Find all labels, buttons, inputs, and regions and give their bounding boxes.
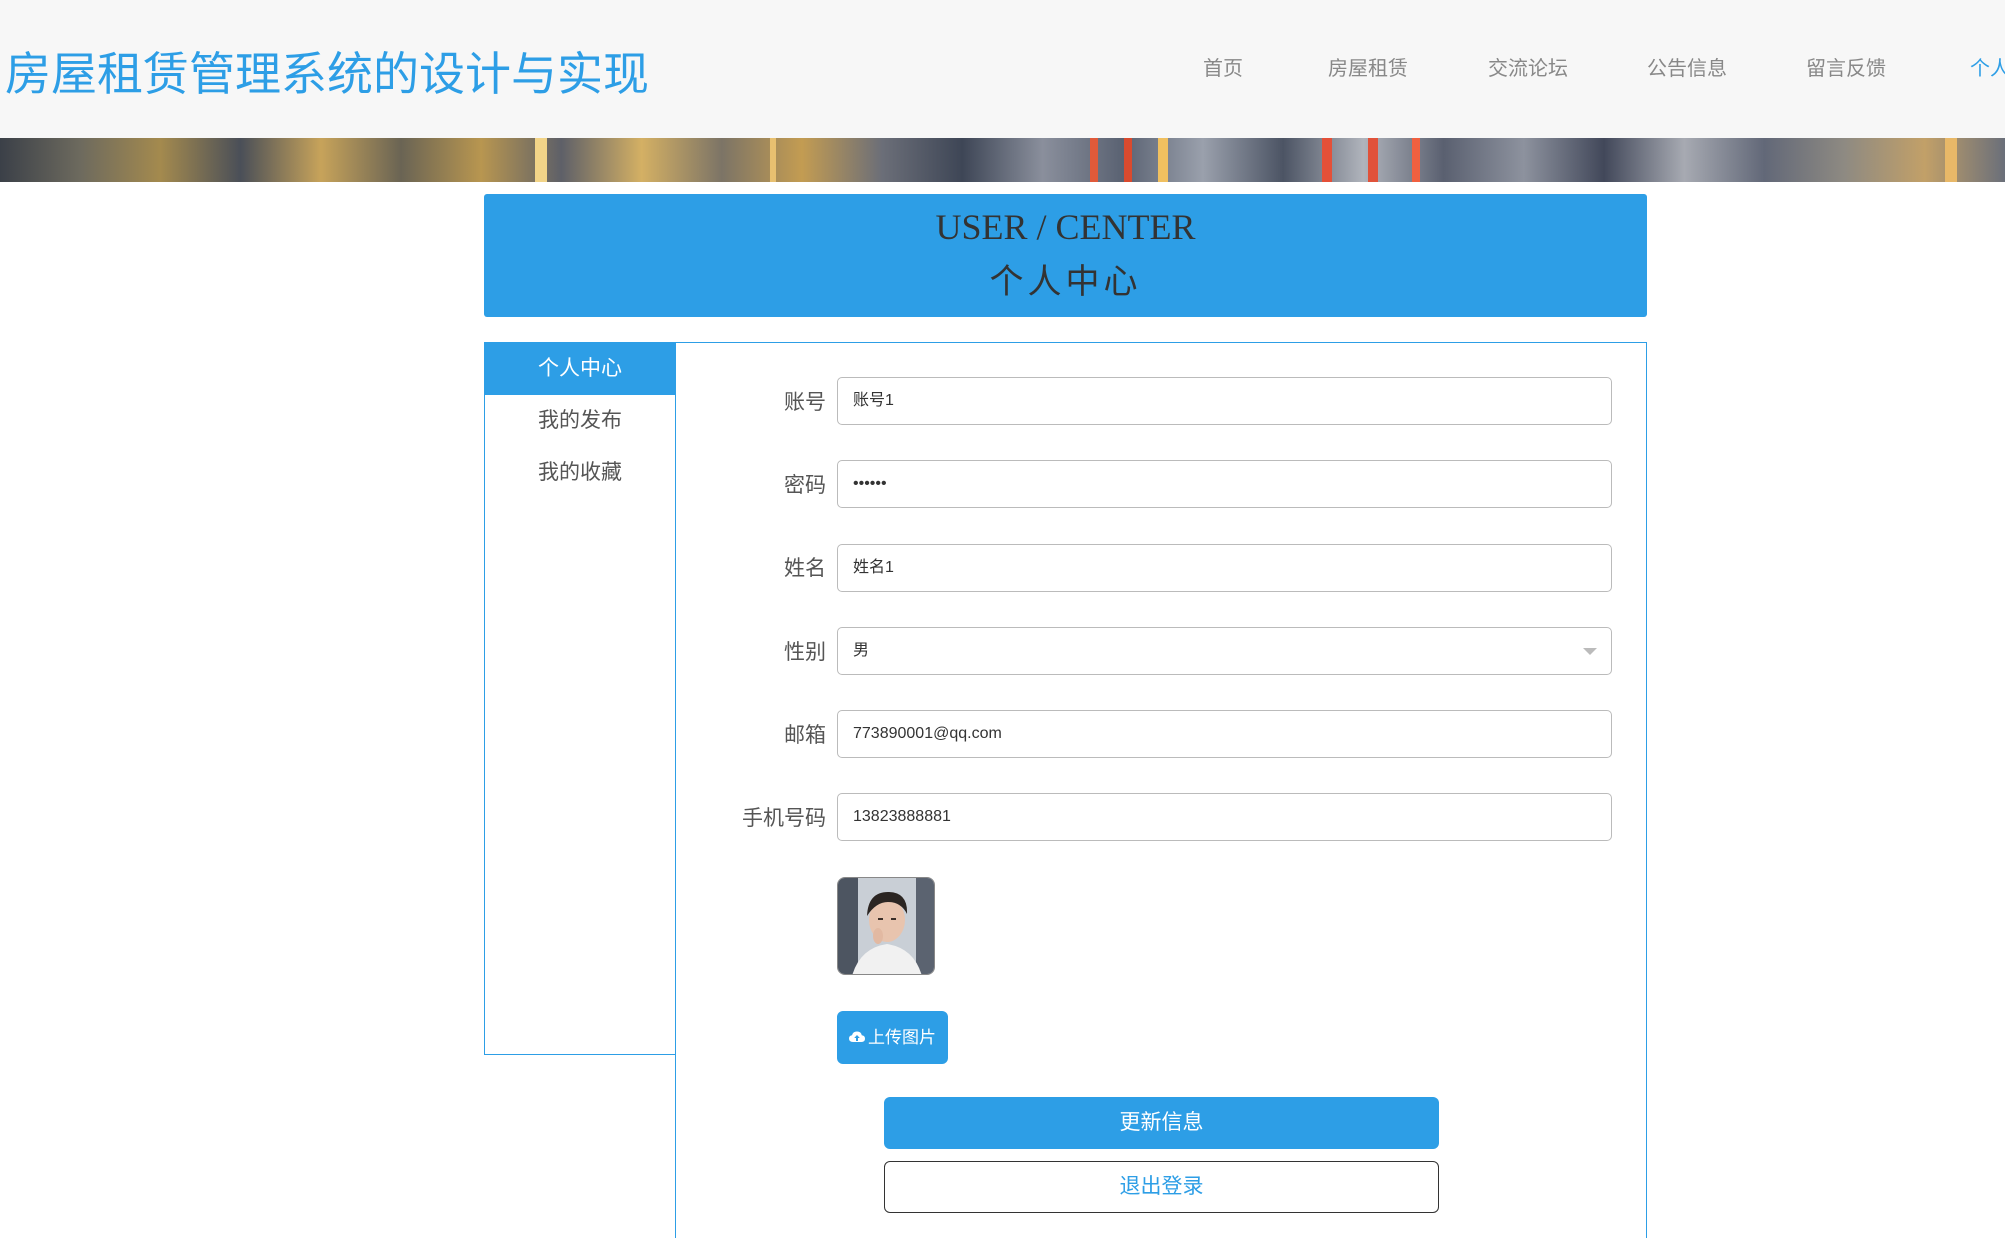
email-input[interactable]: 773890001@qq.com [837,710,1612,758]
email-label: 邮箱 [784,724,826,747]
account-label: 账号 [784,391,826,414]
update-info-button[interactable]: 更新信息 [884,1097,1439,1149]
account-input[interactable]: 账号1 [837,377,1612,425]
avatar-image [838,878,934,974]
banner-light [1158,138,1168,182]
page-title-cn: 个人中心 [989,262,1142,302]
banner-light [535,138,547,182]
sidebar-item-my-favorites[interactable]: 我的收藏 [485,447,675,499]
phone-label: 手机号码 [742,807,826,830]
sidebar-item-personal-center[interactable]: 个人中心 [485,343,675,395]
banner-light [1124,138,1132,182]
gender-select-value: 男 [853,642,870,659]
page-title-en: USER / CENTER [935,207,1196,247]
nav-item-forum[interactable]: 交流论坛 [1488,52,1568,81]
page-title-block: USER / CENTER 个人中心 [484,194,1647,317]
banner-light [1412,138,1420,182]
profile-form-panel: 账号 账号1 密码 •••••• 姓名 姓名1 性别 男 邮箱 77389000… [675,342,1647,1238]
caret-down-icon [1583,648,1597,655]
top-header: 房屋租赁管理系统的设计与实现 首页 房屋租赁 交流论坛 公告信息 留言反馈 个人 [0,0,2005,138]
sidebar-item-my-posts[interactable]: 我的发布 [485,395,675,447]
password-label: 密码 [784,474,826,497]
nav-item-personal[interactable]: 个人 [1970,52,2005,81]
sidebar: 个人中心 我的发布 我的收藏 [484,342,676,1055]
gender-label: 性别 [784,641,826,664]
banner-light [1322,138,1332,182]
upload-image-button[interactable]: 上传图片 [837,1011,948,1064]
name-input[interactable]: 姓名1 [837,544,1612,592]
password-input[interactable]: •••••• [837,460,1612,508]
banner-gradient [0,138,2005,182]
name-label: 姓名 [784,557,826,580]
banner-image [0,138,2005,182]
banner-light [1090,138,1098,182]
nav-item-home[interactable]: 首页 [1203,52,1243,81]
phone-input[interactable]: 13823888881 [837,793,1612,841]
avatar [837,877,935,975]
cloud-upload-icon [849,1031,865,1043]
nav-item-feedback[interactable]: 留言反馈 [1806,52,1886,81]
banner-light [770,138,776,182]
nav-item-house-rental[interactable]: 房屋租赁 [1328,52,1408,81]
nav-item-announcements[interactable]: 公告信息 [1647,52,1727,81]
main-nav: 首页 房屋租赁 交流论坛 公告信息 留言反馈 个人 [0,52,2005,82]
gender-select[interactable]: 男 [837,627,1612,675]
logout-button[interactable]: 退出登录 [884,1161,1439,1213]
upload-image-label: 上传图片 [868,1028,936,1047]
banner-light [1945,138,1957,182]
banner-light [1368,138,1378,182]
